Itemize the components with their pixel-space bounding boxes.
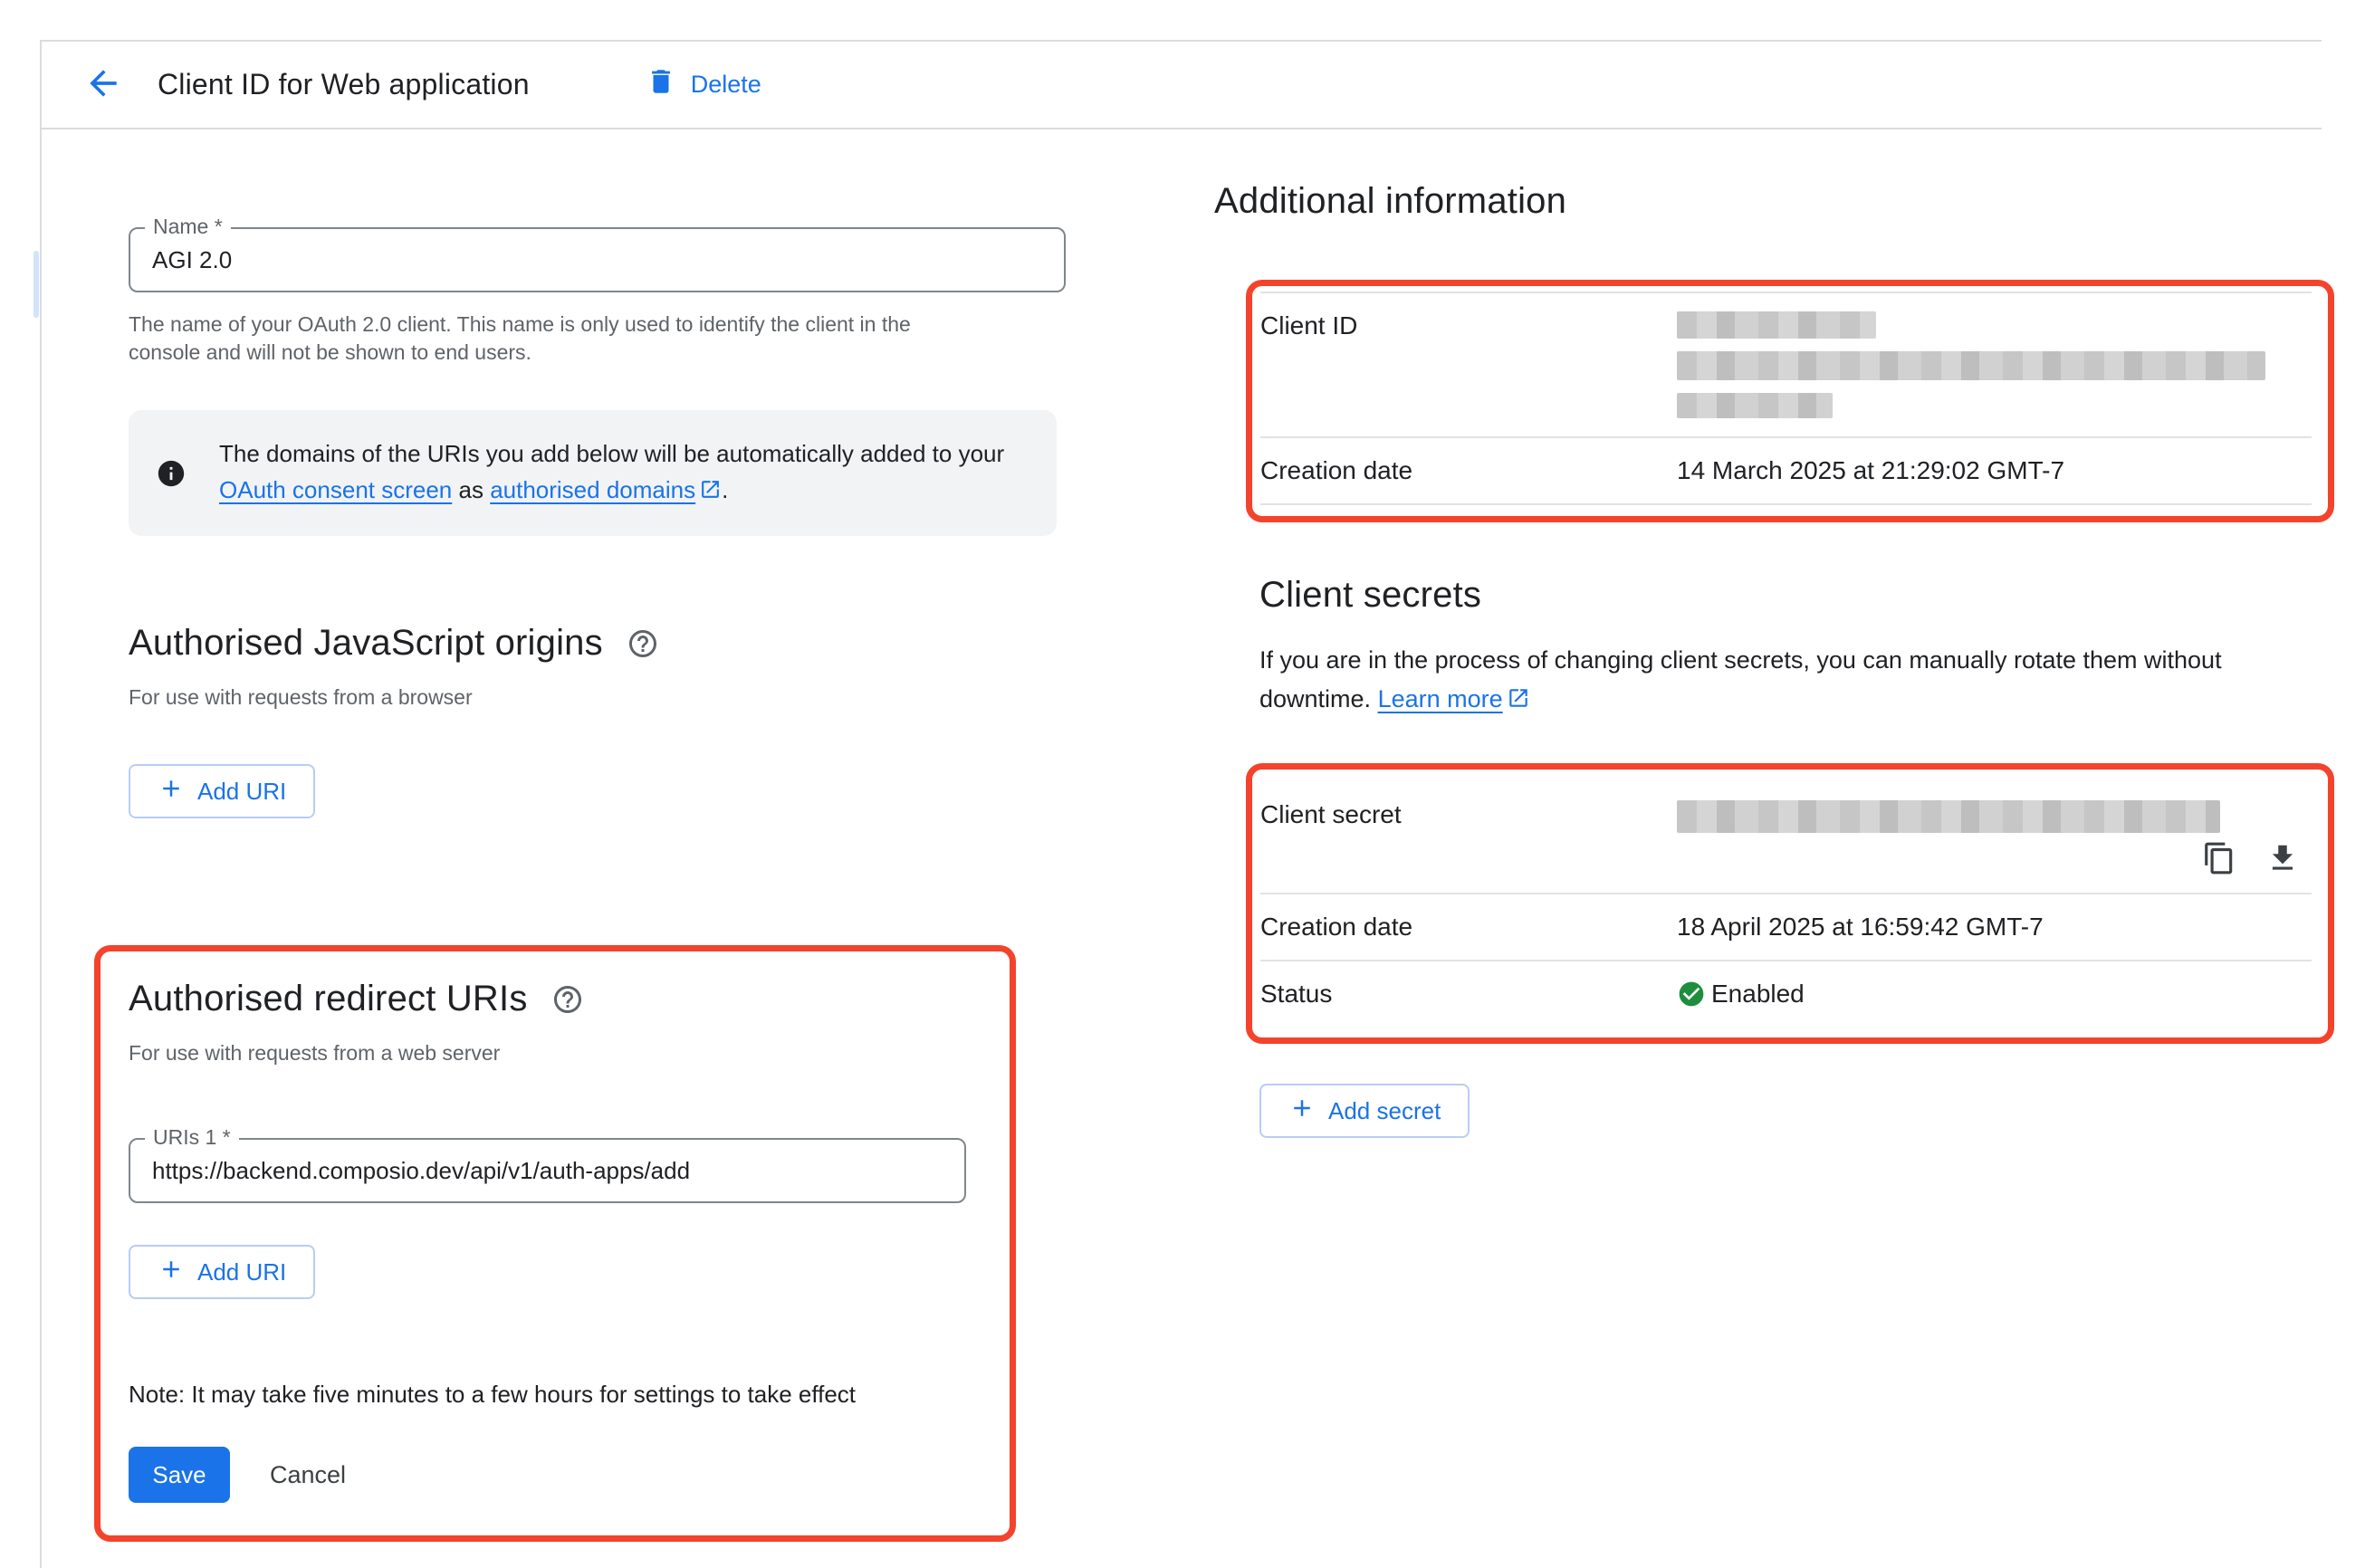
delete-button[interactable]: Delete	[646, 66, 761, 103]
status-label: Status	[1260, 980, 1677, 1009]
status-value: Enabled	[1711, 980, 1805, 1009]
form-actions: Save Cancel	[129, 1447, 988, 1503]
divider	[1260, 503, 2312, 505]
info-text-after: .	[722, 476, 728, 503]
page: Client ID for Web application Delete Nam…	[0, 0, 2365, 1568]
client-secret-row: Client secret	[1260, 782, 2312, 833]
download-icon[interactable]	[2263, 838, 2303, 878]
page-header: Client ID for Web application Delete	[42, 42, 2322, 129]
add-js-origin-uri-button[interactable]: Add URI	[129, 764, 315, 818]
content: Name * The name of your OAuth 2.0 client…	[42, 129, 2322, 1542]
plus-icon	[158, 1256, 185, 1289]
help-icon[interactable]	[551, 983, 584, 1016]
redirect-uri-input[interactable]	[152, 1157, 943, 1185]
info-icon	[156, 458, 187, 489]
creation-date-label: Creation date	[1260, 456, 1677, 485]
delete-label: Delete	[691, 71, 761, 99]
add-secret-button[interactable]: Add secret	[1259, 1084, 1470, 1138]
oauth-consent-screen-link[interactable]: OAuth consent screen	[219, 476, 452, 503]
page-title: Client ID for Web application	[158, 68, 530, 101]
client-secret-annotation-box: Client secret	[1246, 763, 2334, 1044]
js-origins-title: Authorised JavaScript origins	[129, 623, 603, 664]
help-icon[interactable]	[627, 627, 659, 660]
secret-action-icons	[1260, 833, 2312, 893]
client-id-panel: Client ID for Web application Delete Nam…	[40, 40, 2322, 1568]
info-text-before: The domains of the URIs you add below wi…	[219, 440, 1004, 467]
redirect-uris-subtitle: For use with requests from a web server	[129, 1041, 988, 1066]
client-id-annotation-box: Client ID Creation date 14 March 2025 at…	[1246, 280, 2334, 522]
scrollbar-thumb[interactable]	[34, 251, 39, 318]
creation-date-label: Creation date	[1260, 913, 1677, 942]
client-settings-column: Name * The name of your OAuth 2.0 client…	[129, 129, 1066, 1542]
learn-more-link[interactable]: Learn more	[1378, 685, 1503, 712]
cancel-button[interactable]: Cancel	[270, 1461, 346, 1489]
info-text-middle: as	[452, 476, 490, 503]
check-circle-icon	[1677, 980, 1706, 1009]
additional-info-column: Additional information Client ID Creatio	[1214, 129, 2337, 1542]
authorised-domains-link[interactable]: authorised domains	[490, 476, 695, 503]
js-origins-subtitle: For use with requests from a browser	[129, 685, 1066, 710]
add-redirect-uri-button[interactable]: Add URI	[129, 1245, 315, 1299]
client-id-row: Client ID	[1260, 293, 2312, 436]
name-field: Name *	[129, 227, 1066, 292]
secret-creation-date-value: 18 April 2025 at 16:59:42 GMT-7	[1677, 913, 2044, 942]
additional-info-title: Additional information	[1214, 181, 2337, 222]
add-uri-label: Add URI	[197, 778, 286, 806]
save-button[interactable]: Save	[129, 1447, 230, 1503]
name-input[interactable]	[152, 246, 1042, 274]
redacted-block	[1677, 800, 2220, 833]
plus-icon	[1288, 1095, 1316, 1128]
info-banner-text: The domains of the URIs you add below wi…	[219, 435, 1029, 511]
creation-date-row: Creation date 14 March 2025 at 21:29:02 …	[1260, 438, 2312, 503]
redirect-uri-field: URIs 1 *	[129, 1138, 966, 1203]
secret-creation-date-row: Creation date 18 April 2025 at 16:59:42 …	[1260, 894, 2312, 960]
back-button[interactable]	[81, 63, 125, 107]
add-uri-label: Add URI	[197, 1258, 286, 1286]
client-secret-value-redacted	[1677, 800, 2220, 833]
name-field-label: Name *	[145, 215, 231, 239]
redacted-block	[1677, 393, 1833, 418]
info-banner: The domains of the URIs you add below wi…	[129, 410, 1057, 536]
client-secrets-description: If you are in the process of changing cl…	[1259, 641, 2301, 722]
client-secrets-title: Client secrets	[1259, 575, 2337, 616]
uri-field-label: URIs 1 *	[145, 1125, 239, 1150]
trash-icon	[646, 66, 676, 103]
client-id-value-redacted	[1677, 311, 2265, 418]
plus-icon	[158, 775, 185, 808]
external-link-icon	[1507, 683, 1530, 722]
status-row: Status Enabled	[1260, 961, 2312, 1027]
creation-date-value: 14 March 2025 at 21:29:02 GMT-7	[1677, 456, 2064, 485]
copy-icon[interactable]	[2199, 838, 2239, 878]
js-origins-section: Authorised JavaScript origins For use wi…	[129, 623, 1066, 818]
external-link-icon	[699, 474, 722, 511]
arrow-back-icon	[83, 63, 123, 106]
redacted-block	[1677, 311, 1876, 339]
client-secret-label: Client secret	[1260, 800, 1677, 829]
redirect-uris-title: Authorised redirect URIs	[129, 979, 528, 1019]
redirect-uris-annotation-box: Authorised redirect URIs For use with re…	[94, 945, 1016, 1542]
add-secret-label: Add secret	[1328, 1097, 1441, 1125]
settings-note: Note: It may take five minutes to a few …	[129, 1381, 988, 1409]
name-helper-text: The name of your OAuth 2.0 client. This …	[129, 311, 925, 367]
redacted-block	[1677, 351, 2265, 380]
client-id-label: Client ID	[1260, 311, 1677, 340]
